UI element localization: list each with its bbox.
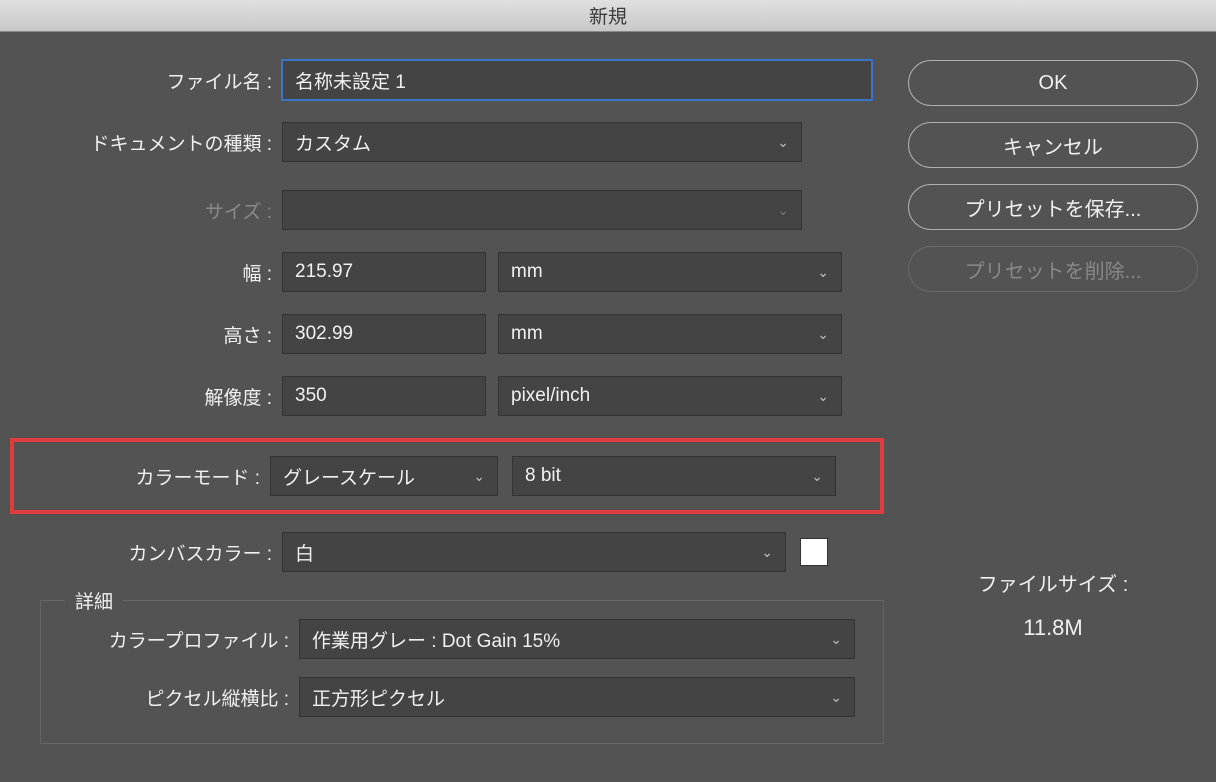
form-panel: ファイル名 : ドキュメントの種類 : カスタム ⌄ サイズ : ⌄ 幅 : m…	[18, 60, 902, 762]
height-input[interactable]	[282, 314, 486, 354]
color-profile-row: カラープロファイル : 作業用グレー : Dot Gain 15% ⌄	[41, 619, 883, 659]
canvas-color-swatch[interactable]	[800, 538, 828, 566]
resolution-unit-select[interactable]: pixel/inch ⌄	[498, 376, 842, 416]
resolution-input[interactable]	[282, 376, 486, 416]
resolution-label: 解像度 :	[18, 383, 282, 410]
chevron-down-icon: ⌄	[817, 326, 829, 343]
chevron-down-icon: ⌄	[473, 468, 485, 485]
doc-type-value: カスタム	[295, 129, 371, 156]
advanced-legend: 詳細	[65, 587, 123, 614]
size-row: サイズ : ⌄	[18, 190, 884, 230]
filename-label: ファイル名 :	[18, 67, 282, 94]
width-unit-select[interactable]: mm ⌄	[498, 252, 842, 292]
canvas-color-select[interactable]: 白 ⌄	[282, 532, 786, 572]
button-panel: OK キャンセル プリセットを保存... プリセットを削除... ファイルサイズ…	[902, 60, 1204, 762]
pixel-aspect-row: ピクセル縦横比 : 正方形ピクセル ⌄	[41, 677, 883, 717]
doc-type-row: ドキュメントの種類 : カスタム ⌄	[18, 122, 884, 162]
dialog-titlebar: 新規	[0, 0, 1216, 32]
dialog-title: 新規	[589, 2, 627, 29]
filename-input[interactable]	[282, 60, 872, 100]
chevron-down-icon: ⌄	[830, 631, 842, 648]
color-mode-label: カラーモード :	[14, 463, 270, 490]
width-row: 幅 : mm ⌄	[18, 252, 884, 292]
dialog-body: ファイル名 : ドキュメントの種類 : カスタム ⌄ サイズ : ⌄ 幅 : m…	[0, 32, 1216, 782]
bit-depth-value: 8 bit	[525, 465, 561, 487]
chevron-down-icon: ⌄	[817, 264, 829, 281]
file-size-section: ファイルサイズ : 11.8M	[978, 568, 1129, 641]
width-label: 幅 :	[18, 259, 282, 286]
height-unit-select[interactable]: mm ⌄	[498, 314, 842, 354]
chevron-down-icon: ⌄	[761, 544, 773, 561]
color-mode-value: グレースケール	[283, 463, 415, 490]
chevron-down-icon: ⌄	[811, 468, 823, 485]
canvas-color-row: カンバスカラー : 白 ⌄	[18, 532, 884, 572]
filename-row: ファイル名 :	[18, 60, 884, 100]
advanced-fieldset: 詳細 カラープロファイル : 作業用グレー : Dot Gain 15% ⌄ ピ…	[40, 600, 884, 744]
resolution-row: 解像度 : pixel/inch ⌄	[18, 376, 884, 416]
color-profile-value: 作業用グレー : Dot Gain 15%	[312, 626, 560, 653]
ok-button[interactable]: OK	[908, 60, 1198, 106]
file-size-value: 11.8M	[978, 615, 1129, 641]
cancel-button[interactable]: キャンセル	[908, 122, 1198, 168]
chevron-down-icon: ⌄	[777, 134, 789, 151]
delete-preset-button: プリセットを削除...	[908, 246, 1198, 292]
canvas-color-value: 白	[295, 539, 314, 566]
size-select: ⌄	[282, 190, 802, 230]
doc-type-label: ドキュメントの種類 :	[18, 129, 282, 156]
doc-type-select[interactable]: カスタム ⌄	[282, 122, 802, 162]
resolution-unit-value: pixel/inch	[511, 385, 590, 407]
file-size-label: ファイルサイズ :	[978, 568, 1129, 597]
color-mode-select[interactable]: グレースケール ⌄	[270, 456, 498, 496]
color-profile-select[interactable]: 作業用グレー : Dot Gain 15% ⌄	[299, 619, 855, 659]
color-mode-row-highlighted: カラーモード : グレースケール ⌄ 8 bit ⌄	[10, 438, 884, 514]
height-unit-value: mm	[511, 323, 543, 345]
height-label: 高さ :	[18, 321, 282, 348]
pixel-aspect-value: 正方形ピクセル	[312, 684, 445, 711]
pixel-aspect-select[interactable]: 正方形ピクセル ⌄	[299, 677, 855, 717]
pixel-aspect-label: ピクセル縦横比 :	[41, 684, 299, 711]
size-label: サイズ :	[18, 197, 282, 224]
chevron-down-icon: ⌄	[830, 689, 842, 706]
height-row: 高さ : mm ⌄	[18, 314, 884, 354]
color-profile-label: カラープロファイル :	[41, 626, 299, 653]
width-unit-value: mm	[511, 261, 543, 283]
width-input[interactable]	[282, 252, 486, 292]
canvas-color-label: カンバスカラー :	[18, 539, 282, 566]
bit-depth-select[interactable]: 8 bit ⌄	[512, 456, 836, 496]
chevron-down-icon: ⌄	[817, 388, 829, 405]
save-preset-button[interactable]: プリセットを保存...	[908, 184, 1198, 230]
chevron-down-icon: ⌄	[777, 202, 789, 219]
